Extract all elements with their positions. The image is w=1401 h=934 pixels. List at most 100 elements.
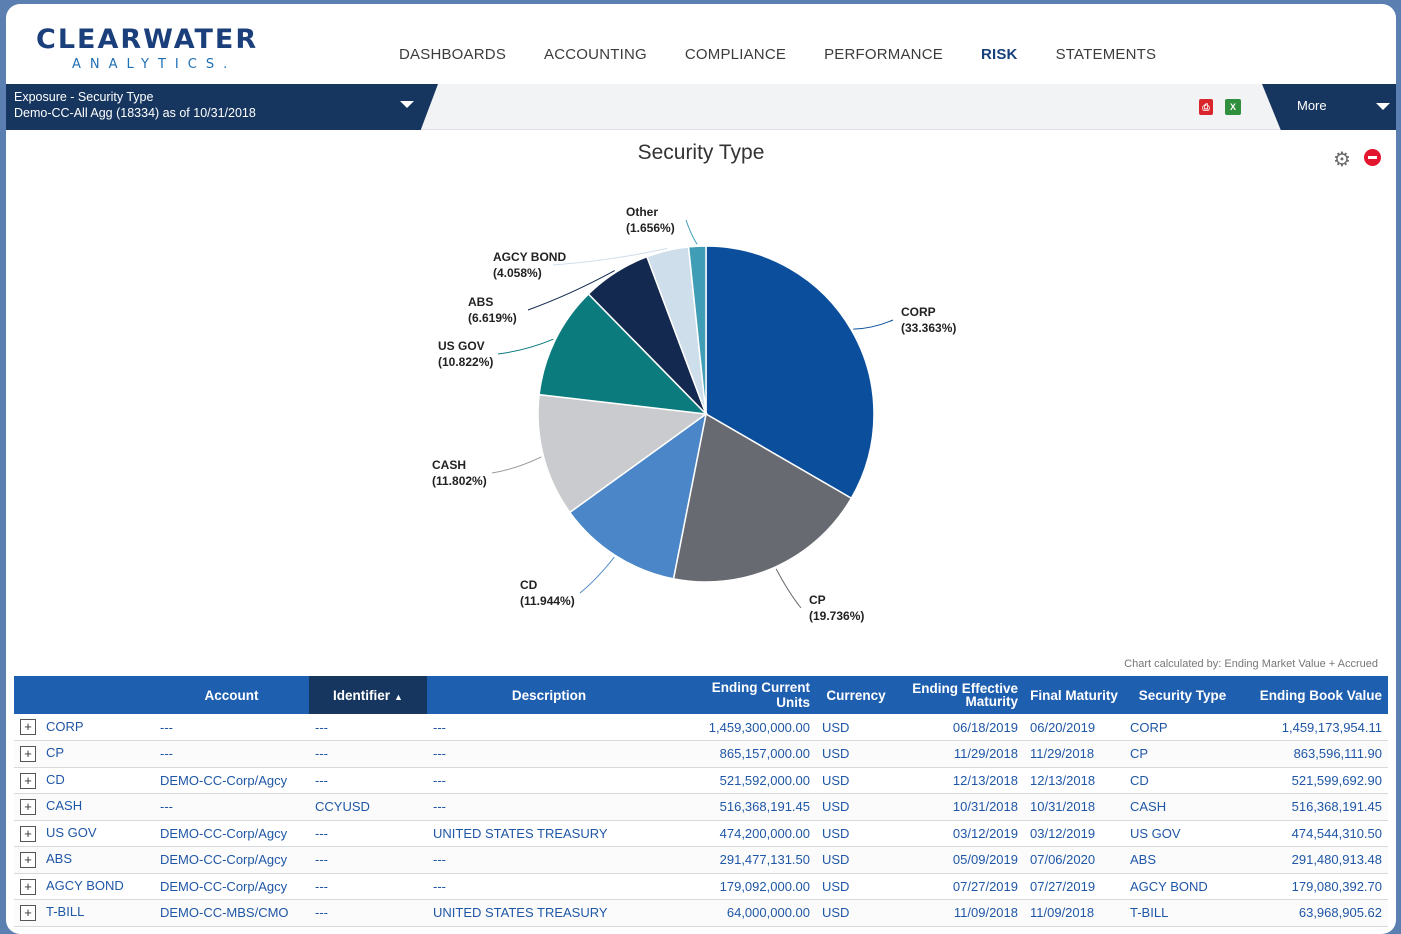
pie-percent: (11.944%): [520, 594, 575, 608]
cell-description: ---: [427, 793, 671, 821]
cell-identifier: ---: [309, 820, 427, 847]
cell-currency: USD: [816, 899, 896, 927]
col-eff-maturity[interactable]: Ending Effective Maturity: [896, 676, 1024, 714]
cell-currency: USD: [816, 846, 896, 874]
cell-description: ---: [427, 873, 671, 900]
sort-asc-icon: ▲: [394, 691, 403, 702]
cell-currency: USD: [816, 873, 896, 900]
col-book-value[interactable]: Ending Book Value: [1241, 676, 1388, 714]
cell-security-type: T-BILL: [1124, 899, 1241, 927]
cell-group: + CORP: [14, 714, 154, 741]
cell-identifier: ---: [309, 740, 427, 768]
table-row[interactable]: + AGCY BOND DEMO-CC-Corp/Agcy --- --- 179,092…: [14, 873, 1388, 900]
table-row[interactable]: + T-BILL DEMO-CC-MBS/CMO --- UNITED STATES T…: [14, 899, 1388, 927]
cell-account: DEMO-CC-Corp/Agcy: [154, 846, 309, 874]
group-label: T-BILL: [46, 904, 85, 920]
col-account[interactable]: Account: [154, 676, 309, 714]
col-currency[interactable]: Currency: [816, 676, 896, 714]
table-row[interactable]: + ABS DEMO-CC-Corp/Agcy --- --- 291,477,131.5…: [14, 846, 1388, 874]
cell-security-type: CORP: [1124, 714, 1241, 741]
group-label: CASH: [46, 798, 83, 814]
app-window: CLEARWATER ANALYTICS. DASHBOARDS ACCOUNT…: [6, 4, 1396, 934]
group-label: CORP: [46, 718, 84, 734]
cell-group: + T-BILL: [14, 899, 154, 927]
cell-identifier: ---: [309, 899, 427, 927]
pie-label: AGCY BOND: [493, 250, 566, 264]
cell-security-type: ABS: [1124, 846, 1241, 874]
cell-description: ---: [427, 846, 671, 874]
expand-icon[interactable]: +: [20, 799, 36, 816]
col-final-maturity[interactable]: Final Maturity: [1024, 676, 1124, 714]
cell-units: 521,592,000.00: [671, 767, 816, 794]
cell-units: 474,200,000.00: [671, 820, 816, 847]
cell-identifier: CCYUSD: [309, 793, 427, 821]
cell-description: ---: [427, 767, 671, 794]
table-row[interactable]: + US GOV DEMO-CC-Corp/Agcy --- UNITED STATES…: [14, 820, 1388, 847]
cell-units: 291,477,131.50: [671, 846, 816, 874]
cell-final-maturity: 12/13/2018: [1024, 767, 1124, 794]
table-header-row: Account Identifier ▲ Description Ending C…: [14, 676, 1388, 714]
group-label: CP: [46, 745, 65, 761]
pie-label: ABS: [468, 295, 493, 309]
col-identifier[interactable]: Identifier ▲: [309, 676, 427, 714]
chart-calc-note: Chart calculated by: Ending Market Value…: [1124, 658, 1378, 670]
cell-eff-maturity: 10/31/2018: [896, 793, 1024, 821]
cell-account: ---: [154, 714, 309, 741]
group-label: US GOV: [46, 824, 97, 840]
table-row[interactable]: + CORP --- --- --- 1,459,300,000.00 USD 06/18/2…: [14, 714, 1388, 741]
holdings-table: Account Identifier ▲ Description Ending C…: [14, 676, 1388, 927]
cell-group: + ABS: [14, 846, 154, 874]
expand-icon[interactable]: +: [20, 825, 36, 842]
pie-percent: (11.802%): [432, 474, 487, 488]
cell-identifier: ---: [309, 846, 427, 874]
pie-percent: (33.363%): [901, 321, 956, 335]
cell-final-maturity: 11/29/2018: [1024, 740, 1124, 768]
table-row[interactable]: + CP --- --- --- 865,157,000.00 USD 11/29/2018 1…: [14, 740, 1388, 768]
cell-currency: USD: [816, 740, 896, 768]
cell-security-type: US GOV: [1124, 820, 1241, 847]
pie-percent: (10.822%): [438, 355, 493, 369]
pie-leader-line: [491, 456, 542, 474]
cell-final-maturity: 03/12/2019: [1024, 820, 1124, 847]
cell-group: + CP: [14, 740, 154, 768]
cell-book-value: 63,968,905.62: [1241, 899, 1388, 927]
expand-icon[interactable]: +: [20, 905, 36, 922]
pie-label: CD: [520, 578, 538, 592]
cell-units: 516,368,191.45: [671, 793, 816, 821]
cell-currency: USD: [816, 793, 896, 821]
cell-book-value: 474,544,310.50: [1241, 820, 1388, 847]
cell-group: + CASH: [14, 793, 154, 821]
cell-description: UNITED STATES TREASURY: [427, 820, 671, 847]
expand-icon[interactable]: +: [20, 878, 36, 895]
cell-currency: USD: [816, 767, 896, 794]
cell-account: DEMO-CC-Corp/Agcy: [154, 873, 309, 900]
pie-leader-line: [775, 568, 802, 609]
pie-chart: CORP (33.363%) CP (19.736%) CD (11.944%) CASH (…: [432, 205, 956, 623]
expand-icon[interactable]: +: [20, 852, 36, 869]
cell-security-type: CASH: [1124, 793, 1241, 821]
col-description[interactable]: Description: [427, 676, 671, 714]
col-security-type[interactable]: Security Type: [1124, 676, 1241, 714]
group-label: ABS: [46, 851, 73, 867]
group-label: CD: [46, 771, 65, 787]
table-row[interactable]: + CD DEMO-CC-Corp/Agcy --- --- 521,592,000.00…: [14, 767, 1388, 794]
col-units[interactable]: Ending Current Units: [671, 676, 816, 714]
cell-book-value: 291,480,913.48: [1241, 846, 1388, 874]
cell-account: ---: [154, 740, 309, 768]
cell-book-value: 863,596,111.90: [1241, 740, 1388, 768]
table-row[interactable]: + CASH --- CCYUSD --- 516,368,191.45 USD 10/31/…: [14, 793, 1388, 821]
cell-eff-maturity: 12/13/2018: [896, 767, 1024, 794]
cell-group: + US GOV: [14, 820, 154, 847]
pie-label: Other: [626, 205, 658, 219]
expand-icon[interactable]: +: [20, 746, 36, 763]
cell-account: DEMO-CC-Corp/Agcy: [154, 767, 309, 794]
cell-currency: USD: [816, 714, 896, 741]
cell-account: DEMO-CC-MBS/CMO: [154, 899, 309, 927]
cell-final-maturity: 07/27/2019: [1024, 873, 1124, 900]
cell-group: + CD: [14, 767, 154, 794]
expand-icon[interactable]: +: [20, 719, 36, 736]
cell-security-type: CP: [1124, 740, 1241, 768]
cell-units: 64,000,000.00: [671, 899, 816, 927]
cell-currency: USD: [816, 820, 896, 847]
expand-icon[interactable]: +: [20, 772, 36, 789]
